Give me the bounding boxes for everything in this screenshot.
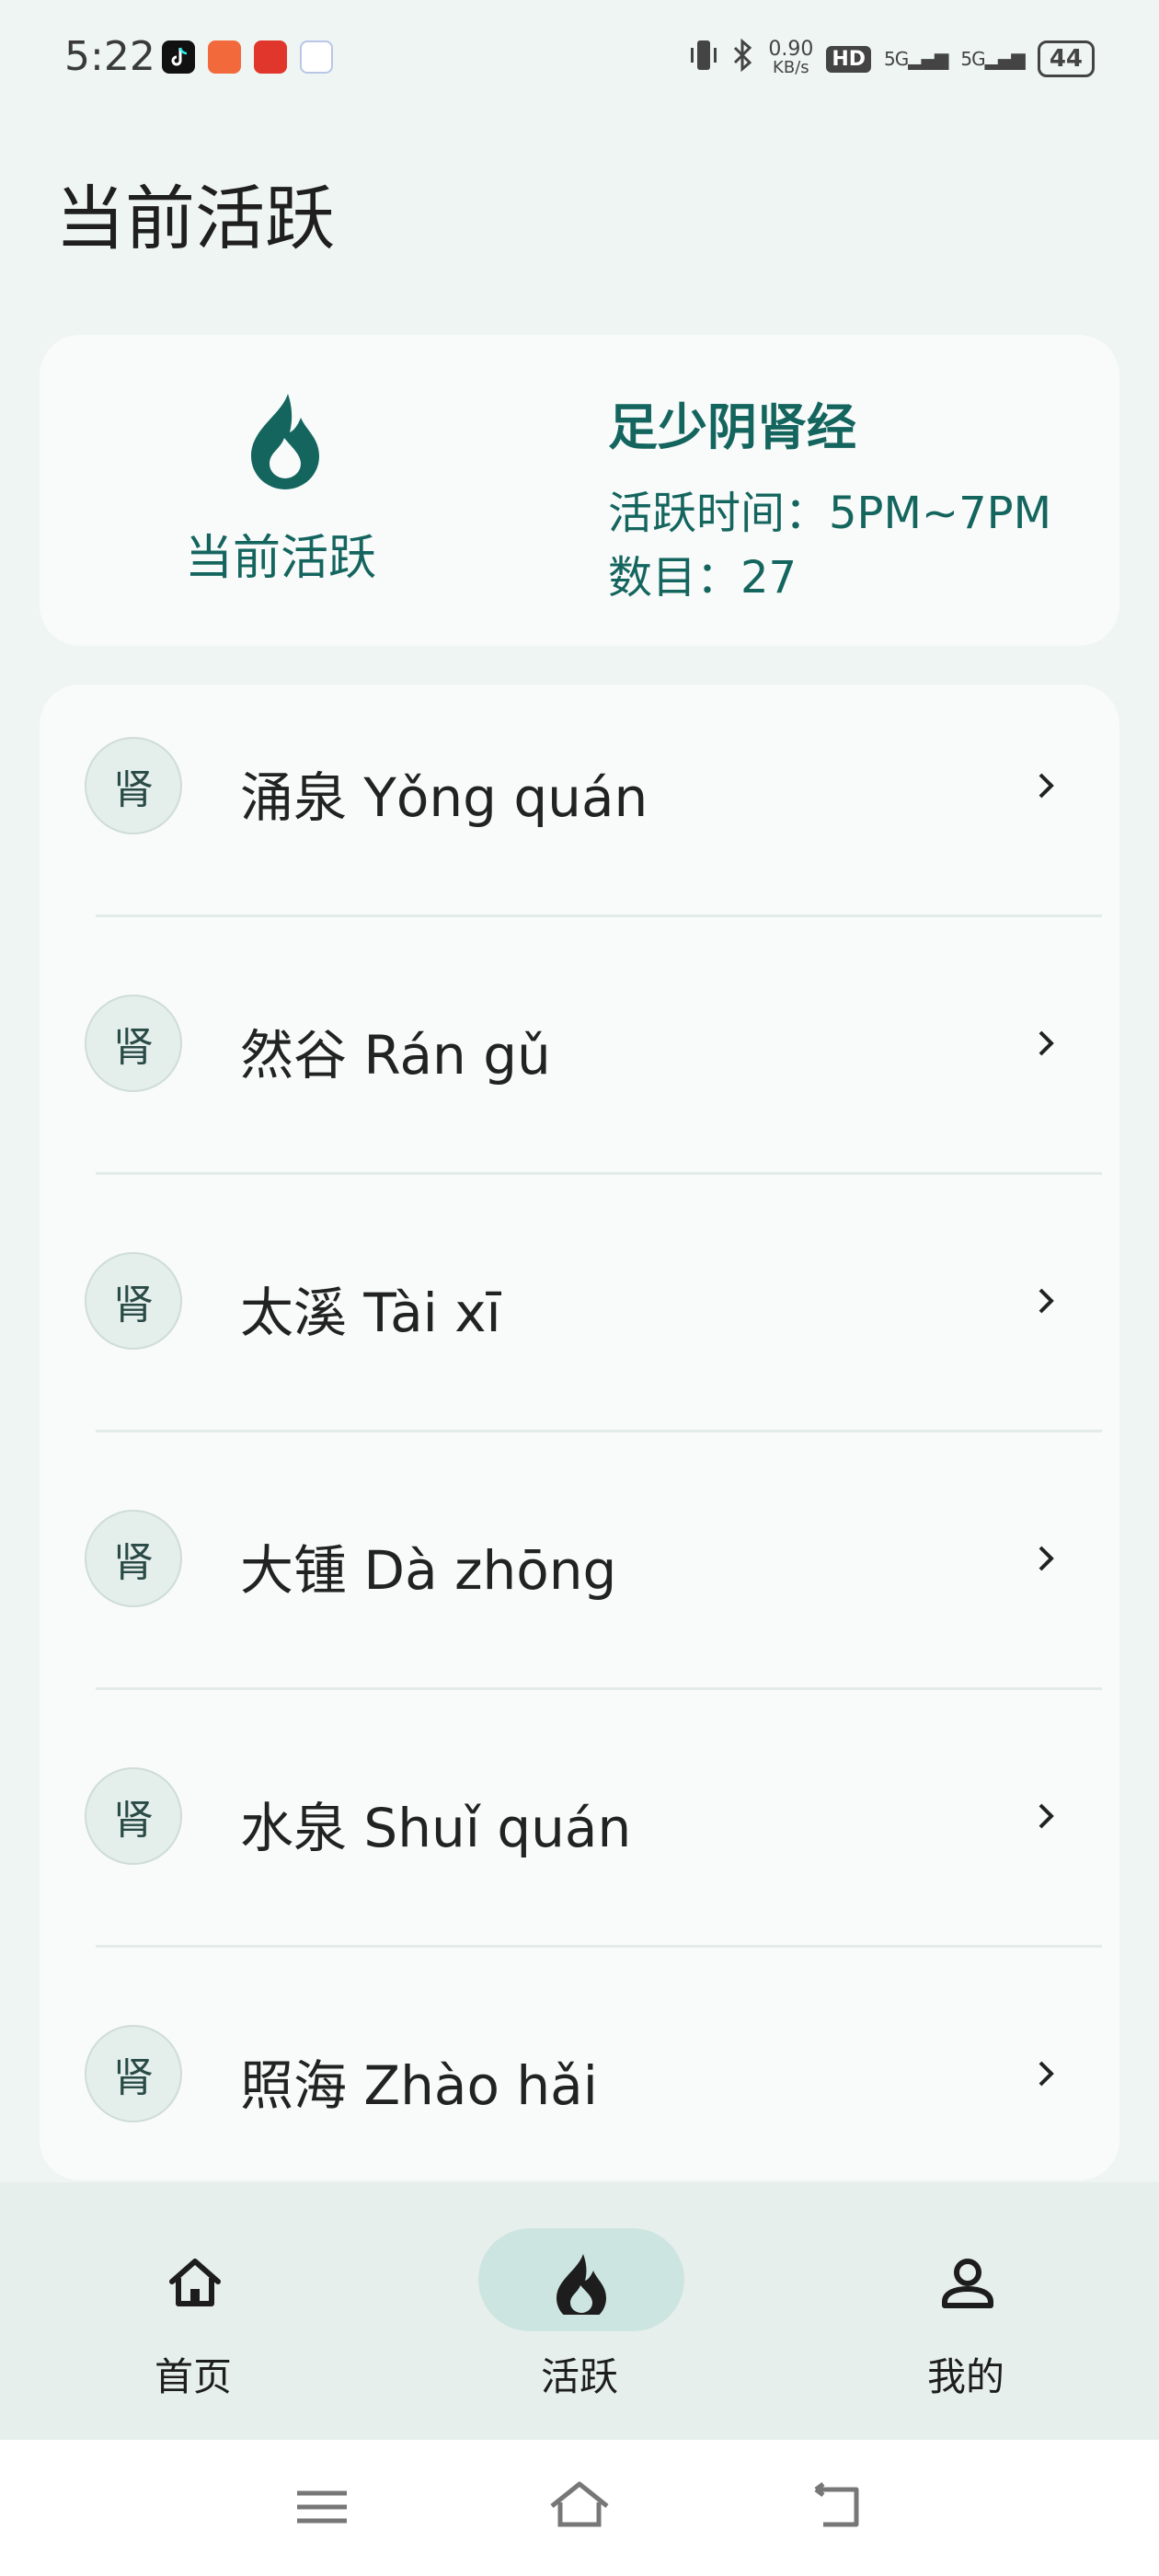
list-item[interactable]: 肾 涌泉 Yǒng quán xyxy=(40,684,1119,942)
acupoint-name: 照海 Zhào hǎi xyxy=(240,2054,598,2117)
bottom-nav: 首页 活跃 我的 xyxy=(0,2182,1159,2440)
home-outline-icon[interactable] xyxy=(547,2475,612,2539)
divider xyxy=(96,1430,1102,1432)
nav-label: 我的 xyxy=(926,2354,1004,2399)
vibrate-icon xyxy=(689,37,718,81)
menu-icon[interactable] xyxy=(290,2475,354,2539)
active-meridian-card: 当前活跃 足少阴肾经 活跃时间：5PM~7PM 数目：27 xyxy=(40,335,1119,646)
hd-badge: HD xyxy=(826,45,872,73)
chevron-right-icon xyxy=(1039,2061,1054,2087)
app-icon xyxy=(254,40,287,74)
tiktok-icon xyxy=(162,40,195,74)
chevron-right-icon xyxy=(1039,1546,1054,1571)
list-item[interactable]: 肾 太溪 Tài xī xyxy=(40,1200,1119,1457)
chevron-right-icon xyxy=(1039,1803,1054,1829)
list-item[interactable]: 肾 照海 Zhào hǎi xyxy=(40,1972,1119,2180)
divider xyxy=(96,914,1102,917)
divider xyxy=(96,1945,1102,1948)
nav-item-active[interactable]: 活跃 xyxy=(442,2182,717,2440)
person-icon xyxy=(942,2259,993,2308)
home-icon xyxy=(169,2259,221,2306)
nav-item-profile[interactable]: 我的 xyxy=(828,2182,1104,2440)
battery-icon: 44 xyxy=(1037,40,1095,77)
flame-icon xyxy=(557,2254,606,2315)
page-title: 当前活跃 xyxy=(55,178,335,259)
meridian-name: 足少阴肾经 xyxy=(608,398,856,456)
bluetooth-icon xyxy=(731,37,755,81)
nav-label: 首页 xyxy=(154,2354,232,2399)
signal-icon: 5G▂▄▆ xyxy=(884,48,948,70)
acupoint-name: 然谷 Rán gǔ xyxy=(240,1024,551,1087)
active-label: 当前活跃 xyxy=(185,531,377,586)
app-icon xyxy=(300,40,333,74)
signal-icon: 5G▂▄▆ xyxy=(960,48,1025,70)
chevron-right-icon xyxy=(1039,1288,1054,1314)
list-item[interactable]: 肾 然谷 Rán gǔ xyxy=(40,942,1119,1200)
meridian-badge: 肾 xyxy=(85,1510,182,1607)
list-item[interactable]: 肾 水泉 Shuǐ quán xyxy=(40,1715,1119,1972)
divider xyxy=(96,1687,1102,1690)
app-icon xyxy=(208,40,241,74)
acupoint-name: 水泉 Shuǐ quán xyxy=(240,1797,632,1859)
acupoint-name: 大锺 Dà zhōng xyxy=(240,1539,617,1602)
net-speed: 0.90 KB/s xyxy=(768,38,814,77)
nav-item-home[interactable]: 首页 xyxy=(55,2182,331,2440)
flame-icon xyxy=(251,394,319,489)
list-item[interactable]: 肾 大锺 Dà zhōng xyxy=(40,1457,1119,1715)
meridian-badge: 肾 xyxy=(85,737,182,834)
status-time: 5:22 xyxy=(64,33,155,80)
chevron-right-icon xyxy=(1039,1030,1054,1056)
system-nav-bar xyxy=(0,2440,1159,2576)
meridian-badge: 肾 xyxy=(85,995,182,1092)
nav-label: 活跃 xyxy=(540,2354,618,2399)
meridian-badge: 肾 xyxy=(85,1252,182,1350)
notification-icons xyxy=(162,40,333,74)
meridian-badge: 肾 xyxy=(85,2025,182,2122)
point-count: 数目：27 xyxy=(608,552,798,604)
meridian-badge: 肾 xyxy=(85,1767,182,1865)
acupoint-name: 太溪 Tài xī xyxy=(240,1282,501,1344)
status-bar: 5:22 0.90 KB/s HD 5G▂▄▆ 5G▂▄▆ 44 xyxy=(0,0,1159,120)
status-indicators: 0.90 KB/s HD 5G▂▄▆ 5G▂▄▆ 44 xyxy=(689,37,1095,81)
divider xyxy=(96,1172,1102,1175)
chevron-right-icon xyxy=(1039,773,1054,799)
acupoint-list: 肾 涌泉 Yǒng quán 肾 然谷 Rán gǔ 肾 太溪 Tài xī 肾… xyxy=(40,684,1119,2180)
active-time: 活跃时间：5PM~7PM xyxy=(608,488,1052,539)
back-icon[interactable] xyxy=(805,2475,869,2539)
acupoint-name: 涌泉 Yǒng quán xyxy=(240,766,648,829)
